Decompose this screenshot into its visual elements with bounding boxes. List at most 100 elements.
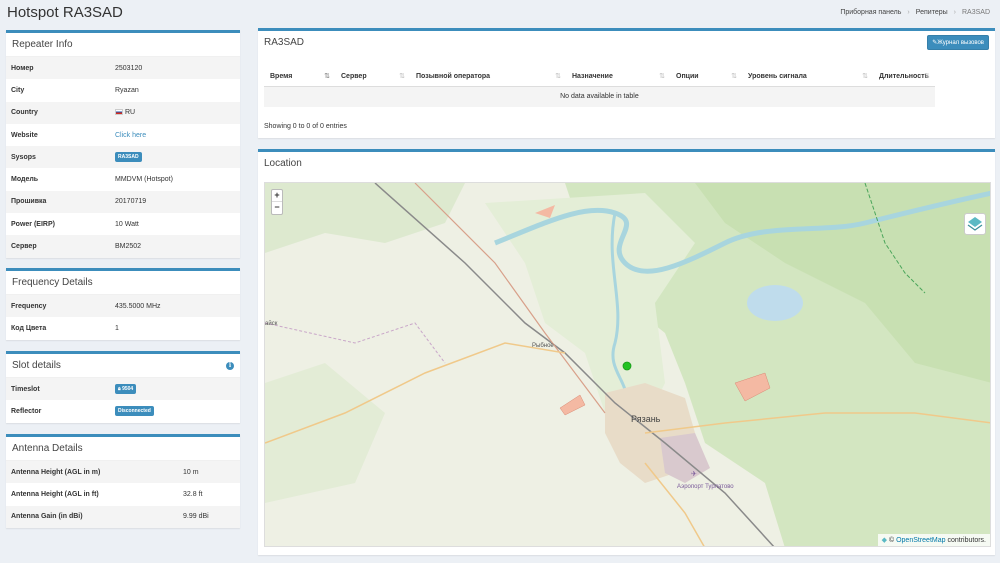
row-label: Power (EIRP) bbox=[11, 220, 55, 228]
breadcrumb-current: RA3SAD bbox=[961, 9, 990, 16]
antenna-title: Antenna Details bbox=[6, 437, 240, 461]
antenna-panel: Antenna Details Antenna Height (AGL in m… bbox=[6, 434, 240, 528]
leaflet-icon: ◆ bbox=[881, 537, 888, 544]
column-header-signal[interactable]: Уровень сигнала ⇅ bbox=[742, 67, 873, 87]
website-link[interactable]: Click here bbox=[115, 132, 146, 139]
frequency-title: Frequency Details bbox=[6, 271, 240, 295]
map-label-edge: айск bbox=[265, 320, 278, 327]
frequency-panel: Frequency Details Frequency 435.5000 MHz … bbox=[6, 268, 240, 340]
column-header-label: Уровень сигнала bbox=[748, 72, 807, 80]
slot-table: Timeslot 🔒︎ 9504 Reflector Disconnected bbox=[6, 378, 240, 423]
slot-panel: Slot details i Timeslot 🔒︎ 9504 Reflector… bbox=[6, 351, 240, 423]
call-log-button[interactable]: ✎Журнал вызовов bbox=[927, 35, 989, 50]
row-label: Antenna Height (AGL in m) bbox=[6, 461, 178, 484]
table-row: Antenna Gain (in dBi) 9.99 dBi bbox=[6, 505, 240, 528]
column-header-callsign[interactable]: Позывной оператора ⇅ bbox=[410, 67, 566, 87]
row-value: Click here bbox=[110, 124, 240, 146]
row-label: Antenna Height (AGL in ft) bbox=[11, 490, 99, 498]
table-row: Прошивка 20170719 bbox=[6, 190, 240, 214]
sort-icon: ⇅ bbox=[923, 73, 930, 80]
zoom-control: + − bbox=[271, 189, 283, 215]
calls-title: RA3SAD bbox=[264, 37, 305, 48]
row-value: 10 m bbox=[178, 461, 240, 484]
zoom-in-button[interactable]: + bbox=[272, 190, 282, 202]
row-value: Ryazan bbox=[115, 86, 139, 94]
layers-icon bbox=[967, 217, 983, 231]
attribution-suffix: contributors. bbox=[947, 537, 986, 544]
lock-icon: 🔒︎ bbox=[118, 386, 121, 393]
row-label: Website bbox=[11, 131, 38, 139]
map-attribution: ◆ © OpenStreetMap contributors. bbox=[877, 534, 990, 546]
table-info: Showing 0 to 0 of 0 entries bbox=[264, 123, 347, 130]
row-value: 32.8 ft bbox=[183, 490, 203, 498]
column-header-duration[interactable]: Длительность ⇅ bbox=[873, 67, 935, 87]
timeslot-value: 9504 bbox=[122, 386, 134, 393]
table-row: Reflector Disconnected bbox=[6, 400, 240, 422]
row-label: Код Цвета bbox=[11, 324, 47, 332]
row-label: Sysops bbox=[6, 146, 110, 169]
breadcrumb-dashboard[interactable]: Приборная панель bbox=[840, 9, 901, 16]
map-label-airport: Аэропорт Турлатово bbox=[677, 484, 734, 490]
slot-title: Slot details i bbox=[6, 354, 240, 378]
sysop-badge[interactable]: RA3SAD bbox=[115, 152, 142, 163]
column-header-time[interactable]: Время ⇅ bbox=[264, 67, 335, 87]
column-header-label: Время bbox=[270, 72, 293, 80]
zoom-out-button[interactable]: − bbox=[272, 202, 282, 214]
layers-button[interactable] bbox=[964, 213, 986, 235]
russia-flag-icon bbox=[115, 109, 123, 116]
calls-panel: RA3SAD ✎Журнал вызовов Время ⇅ Сервер ⇅ По… bbox=[258, 28, 995, 138]
column-header-server[interactable]: Сервер ⇅ bbox=[335, 67, 410, 87]
row-value: 9.99 dBi bbox=[178, 505, 240, 528]
column-header-label: Сервер bbox=[341, 72, 367, 80]
airport-icon: ✈ bbox=[691, 471, 697, 478]
reflector-badge: Disconnected bbox=[115, 406, 154, 417]
column-header-label: Опции bbox=[676, 72, 699, 80]
table-row: Country RU bbox=[6, 101, 240, 124]
row-value: 435.5000 MHz bbox=[110, 295, 240, 318]
timeslot-badge: 🔒︎ 9504 bbox=[115, 384, 137, 395]
openstreetmap-link[interactable]: OpenStreetMap bbox=[896, 537, 945, 544]
row-value: RU bbox=[110, 101, 240, 124]
row-label: Сервер bbox=[6, 235, 110, 258]
row-value: 2503120 bbox=[110, 57, 240, 80]
row-value: 1 bbox=[115, 324, 119, 332]
country-code: RU bbox=[125, 109, 136, 117]
breadcrumb: Приборная панель › Репитеры › RA3SAD bbox=[840, 9, 990, 16]
table-row: City Ryazan bbox=[6, 79, 240, 101]
row-label: Модель bbox=[11, 176, 39, 184]
column-header-options[interactable]: Опции ⇅ bbox=[670, 67, 742, 87]
attribution-prefix: © bbox=[888, 537, 895, 544]
map-label-town: Рыбное bbox=[532, 343, 554, 349]
sort-icon: ⇅ bbox=[399, 73, 405, 80]
table-row: Power (EIRP) 10 Watt bbox=[6, 213, 240, 235]
sort-icon: ⇅ bbox=[731, 73, 737, 80]
map-tiles: айск Рыбное Рязань ✈ Аэропорт Турлатово bbox=[265, 183, 990, 546]
table-row: Номер 2503120 bbox=[6, 57, 240, 80]
breadcrumb-repeaters[interactable]: Репитеры bbox=[916, 9, 948, 16]
row-label: Country bbox=[6, 101, 110, 124]
column-header-destination[interactable]: Назначение ⇅ bbox=[566, 67, 670, 87]
map-label-city: Рязань bbox=[631, 414, 661, 424]
table-row: Модель MMDVM (Hotspot) bbox=[6, 168, 240, 190]
calls-table: Время ⇅ Сервер ⇅ Позывной оператора ⇅ Назна… bbox=[264, 67, 935, 107]
repeater-info-panel: Repeater Info Номер 2503120 City Ryazan Co… bbox=[6, 30, 240, 258]
column-header-label: Назначение bbox=[572, 72, 613, 80]
table-row: Сервер BM2502 bbox=[6, 235, 240, 258]
row-value: BM2502 bbox=[110, 235, 240, 258]
map[interactable]: айск Рыбное Рязань ✈ Аэропорт Турлатово … bbox=[264, 182, 991, 547]
row-label: Antenna Gain (in dBi) bbox=[6, 505, 178, 528]
table-row: Timeslot 🔒︎ 9504 bbox=[6, 378, 240, 401]
row-label: Timeslot bbox=[6, 378, 110, 401]
table-row: Antenna Height (AGL in m) 10 m bbox=[6, 461, 240, 484]
row-value: 🔒︎ 9504 bbox=[110, 378, 240, 401]
table-header-row: Время ⇅ Сервер ⇅ Позывной оператора ⇅ Назна… bbox=[264, 67, 935, 87]
row-label: Reflector bbox=[11, 407, 42, 415]
lake bbox=[747, 285, 803, 321]
empty-message: No data available in table bbox=[264, 86, 935, 107]
row-label: City bbox=[11, 86, 25, 94]
sort-icon: ⇅ bbox=[659, 73, 665, 80]
repeater-info-title: Repeater Info bbox=[6, 33, 240, 57]
breadcrumb-separator: › bbox=[907, 9, 910, 16]
repeater-marker[interactable] bbox=[622, 361, 632, 371]
info-icon[interactable]: i bbox=[226, 362, 234, 370]
